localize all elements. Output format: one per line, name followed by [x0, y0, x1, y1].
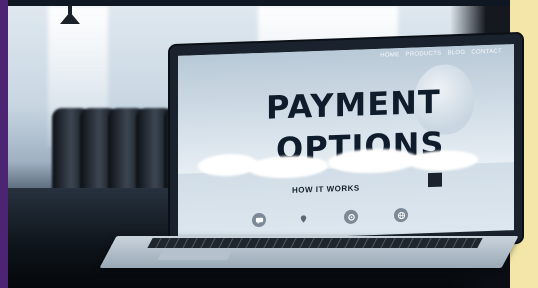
laptop: HOME PRODUCTS BLOG CONTACT PAYMENT OPTIO…: [0, 0, 538, 288]
nav-blog[interactable]: BLOG: [447, 50, 465, 57]
nav-home[interactable]: HOME: [380, 52, 399, 59]
image-frame: HOME PRODUCTS BLOG CONTACT PAYMENT OPTIO…: [0, 0, 538, 288]
laptop-screen: HOME PRODUCTS BLOG CONTACT PAYMENT OPTIO…: [178, 44, 514, 242]
chat-icon[interactable]: [252, 212, 266, 228]
page-title-line1: PAYMENT: [266, 82, 441, 127]
location-icon[interactable]: [296, 211, 310, 225]
laptop-trackpad: [157, 250, 233, 260]
gear-icon[interactable]: [344, 209, 358, 225]
how-it-works-heading: HOW IT WORKS: [292, 183, 360, 195]
nav-contact[interactable]: CONTACT: [471, 49, 502, 56]
decorative-box: [428, 172, 442, 188]
globe-icon[interactable]: [394, 207, 408, 223]
nav-products[interactable]: PRODUCTS: [405, 51, 441, 58]
laptop-keyboard: [147, 238, 483, 248]
